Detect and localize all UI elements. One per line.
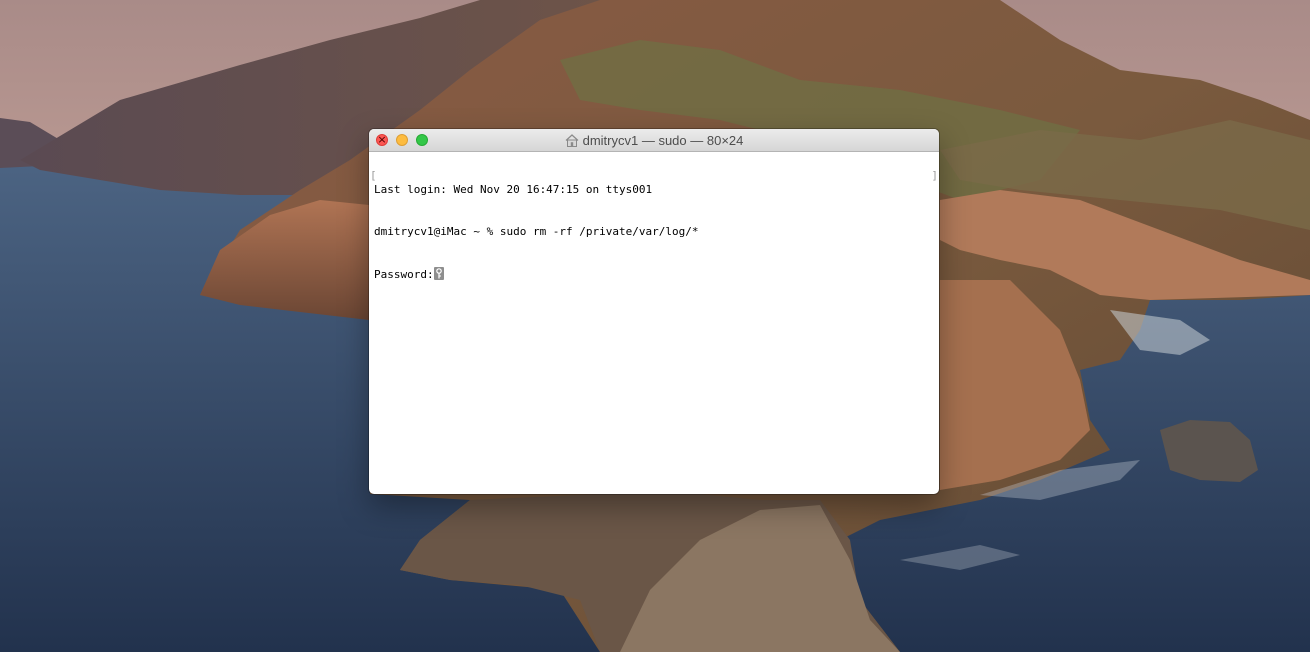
password-prompt: Password:: [374, 268, 434, 281]
terminal-line-login: Last login: Wed Nov 20 16:47:15 on ttys0…: [374, 183, 653, 196]
title-bar[interactable]: dmitrycv1 — sudo — 80×24: [369, 129, 939, 152]
key-icon: [433, 267, 444, 280]
mark-bracket-left: [: [370, 169, 377, 182]
terminal-window[interactable]: dmitrycv1 — sudo — 80×24 Last login: Wed…: [369, 129, 939, 494]
terminal-line-command: dmitrycv1@iMac ~ % sudo rm -rf /private/…: [374, 225, 699, 238]
mark-bracket-right: ]: [931, 169, 938, 182]
terminal-line-password: Password:: [374, 267, 934, 281]
window-title: dmitrycv1 — sudo — 80×24: [582, 132, 744, 148]
terminal-output[interactable]: Last login: Wed Nov 20 16:47:15 on ttys0…: [369, 152, 939, 494]
window-title-container: dmitrycv1 — sudo — 80×24: [369, 129, 939, 151]
home-folder-icon: [565, 133, 579, 147]
